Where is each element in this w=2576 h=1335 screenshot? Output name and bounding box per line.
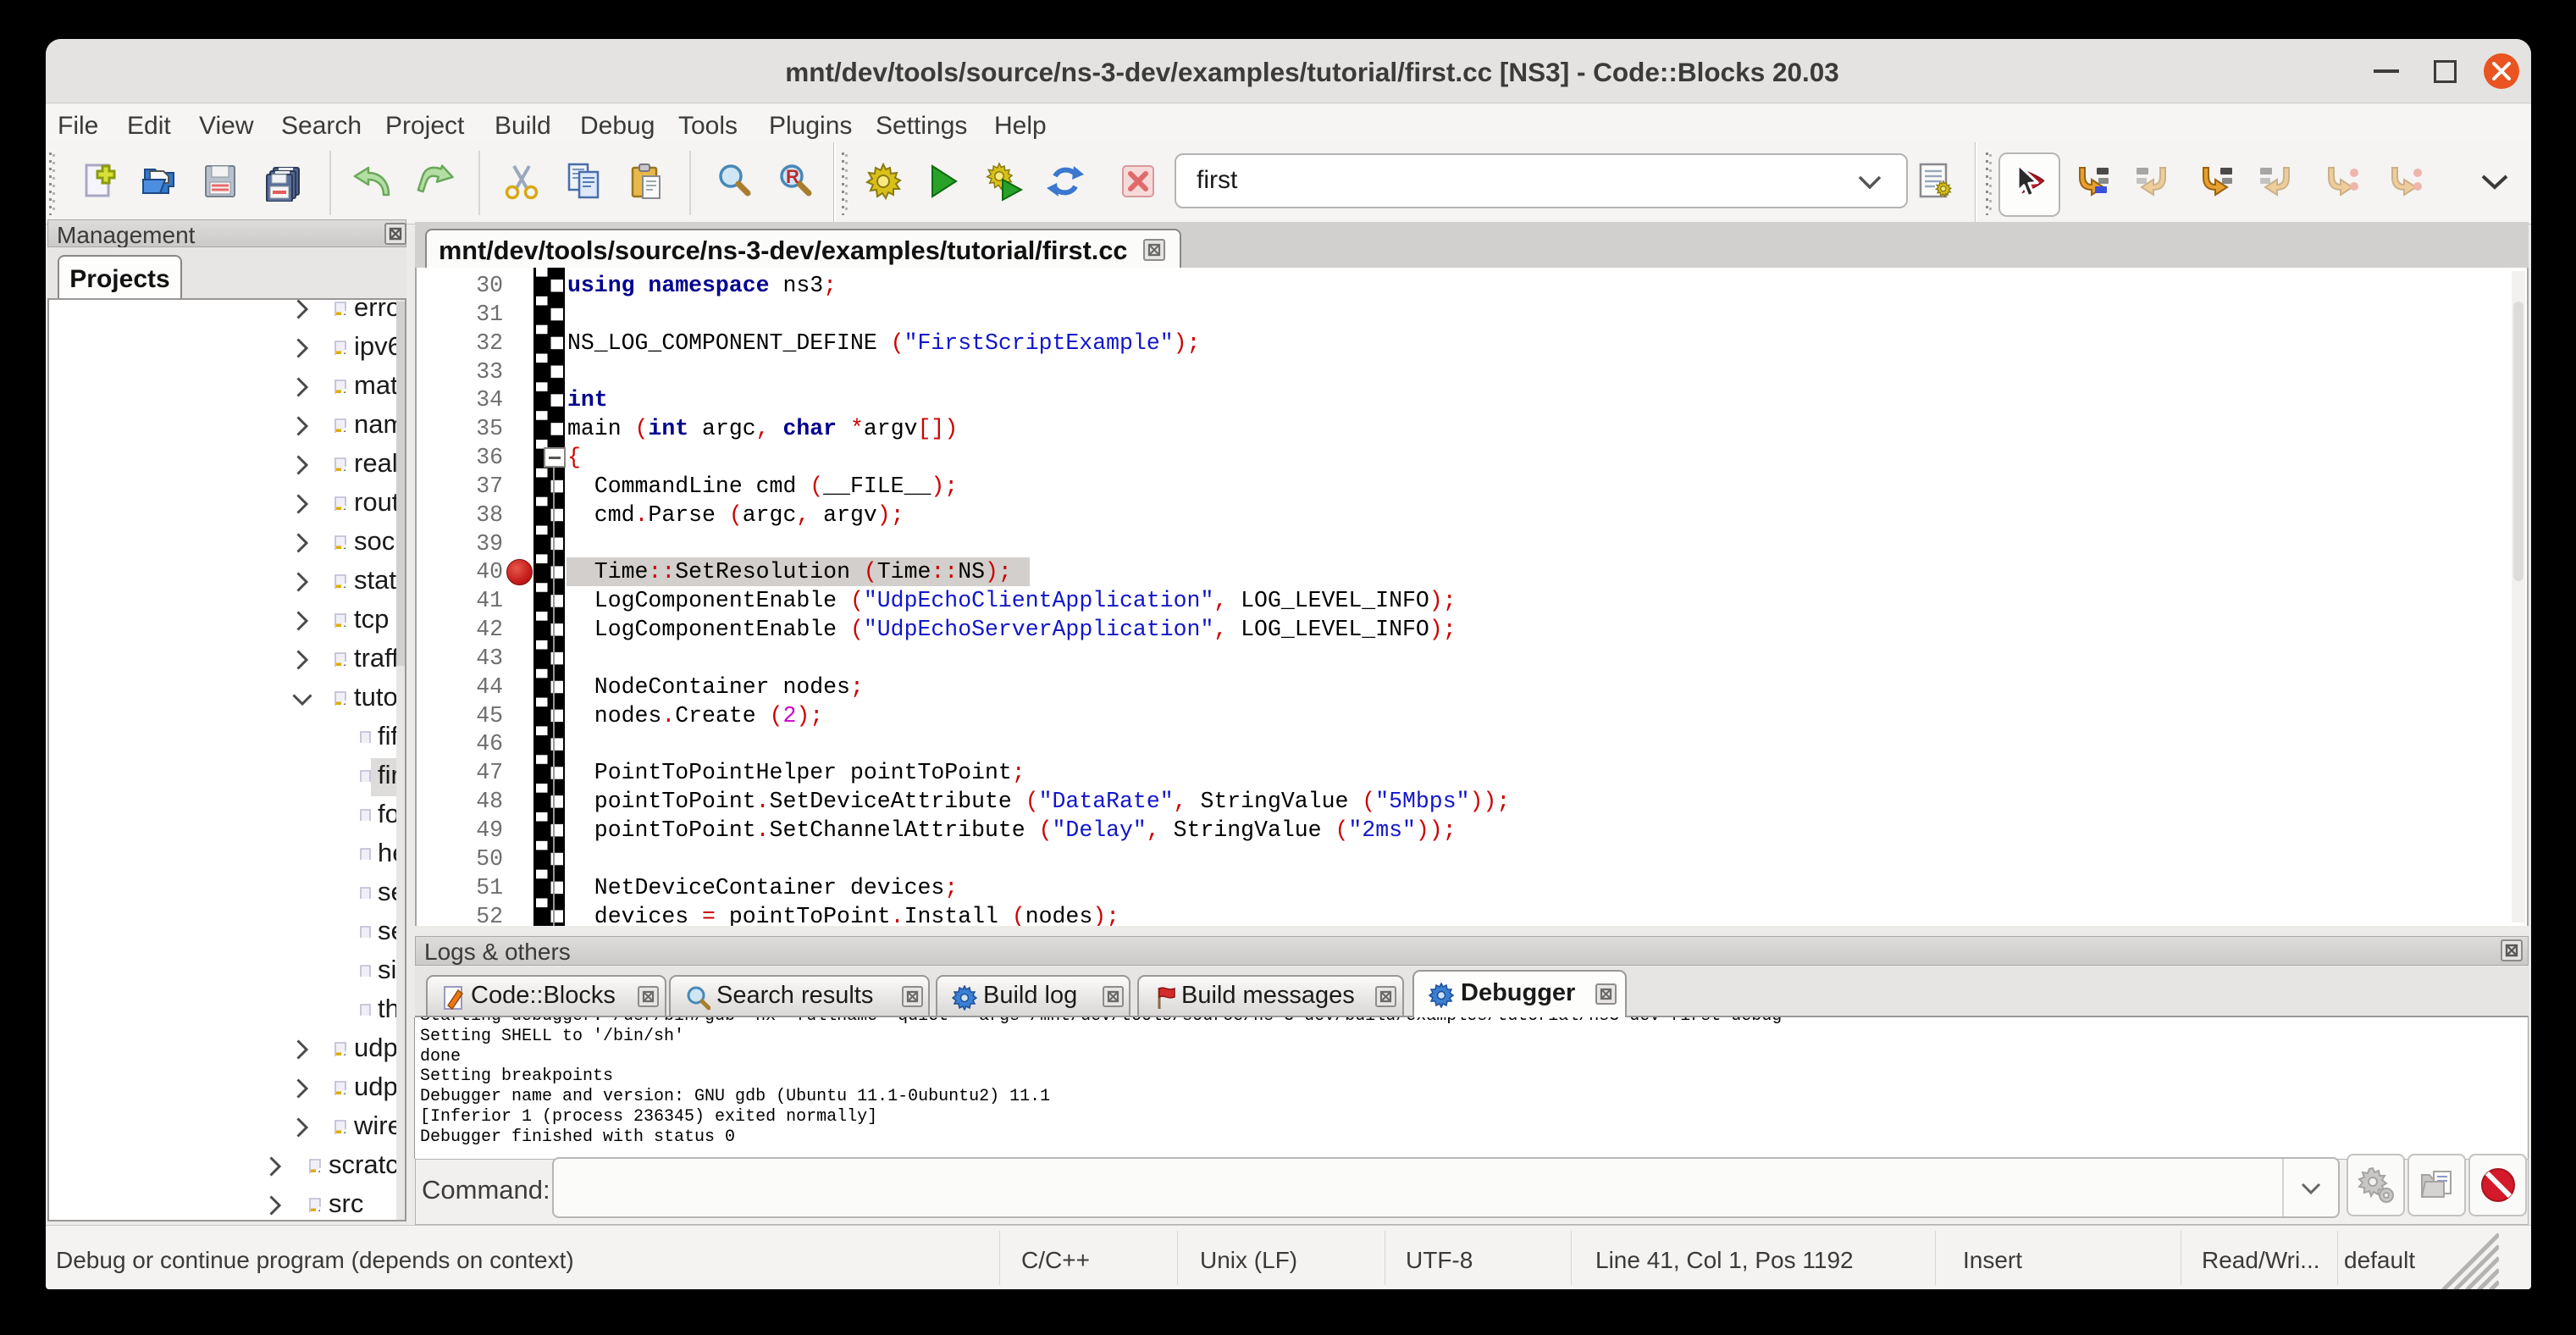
svg-text:R: R (786, 166, 799, 187)
